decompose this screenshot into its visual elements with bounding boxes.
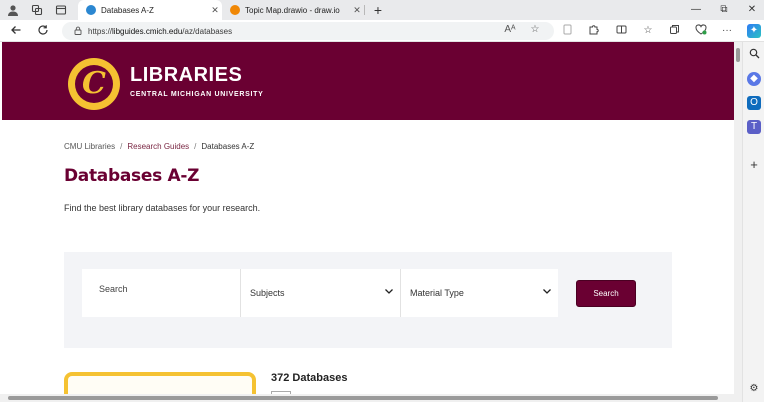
settings-gear-icon[interactable]: ⚙	[747, 382, 761, 396]
favorites-icon[interactable]: ☆	[641, 24, 655, 38]
libraries-title[interactable]: LIBRARIES	[130, 64, 242, 87]
tab-topic-map[interactable]: Topic Map.drawio - draw.io ✕	[222, 0, 364, 20]
collections-icon[interactable]	[667, 24, 681, 38]
tab-actions-icon[interactable]	[54, 3, 68, 17]
search-input[interactable]: Search	[82, 269, 240, 317]
breadcrumb-current: Databases A-Z	[201, 142, 255, 151]
breadcrumb-cmu-libraries[interactable]: CMU Libraries	[64, 142, 115, 151]
vertical-scrollbar[interactable]	[734, 42, 742, 394]
lock-icon[interactable]	[68, 26, 88, 37]
material-type-dropdown[interactable]: Material Type	[400, 269, 558, 317]
refresh-icon[interactable]	[36, 24, 50, 38]
restore-button[interactable]: ⧉	[714, 2, 734, 18]
cloud-favicon-icon	[86, 5, 96, 15]
url-text: https://libguides.cmich.edu/az/databases	[88, 26, 233, 36]
subjects-dropdown[interactable]: Subjects	[240, 269, 400, 317]
tab-databases-az[interactable]: Databases A-Z ✕	[78, 0, 222, 20]
extensions-icon[interactable]	[586, 24, 600, 38]
horizontal-scrollbar[interactable]	[0, 394, 742, 402]
database-count: 372 Databases	[271, 372, 348, 384]
search-controls: Search Subjects Material Type	[82, 269, 558, 317]
web-page: C LIBRARIES CENTRAL MICHIGAN UNIVERSITY …	[0, 42, 734, 402]
libraries-header-banner: C LIBRARIES CENTRAL MICHIGAN UNIVERSITY	[2, 42, 734, 120]
subjects-label: Subjects	[250, 288, 285, 298]
breadcrumb-separator: /	[194, 142, 197, 151]
close-tab-icon[interactable]: ✕	[208, 5, 222, 16]
material-type-label: Material Type	[410, 288, 464, 298]
browser-tab-strip: Databases A-Z ✕ Topic Map.drawio - draw.…	[0, 0, 764, 20]
drawio-favicon-icon	[230, 5, 240, 15]
database-search-panel: Search Subjects Material Type Search	[64, 252, 672, 348]
close-window-button[interactable]: ✕	[742, 2, 762, 18]
address-bar[interactable]: https://libguides.cmich.edu/az/databases	[62, 22, 554, 40]
edge-sidebar: ✦ ◆ O T + ⚙	[742, 24, 764, 402]
copilot-icon[interactable]: ✦	[747, 24, 761, 38]
breadcrumb-separator: /	[120, 142, 123, 151]
workspaces-icon[interactable]	[30, 3, 44, 17]
search-icon[interactable]	[747, 48, 761, 62]
chevron-down-icon	[385, 289, 393, 294]
chevron-down-icon	[543, 289, 551, 294]
page-title: Databases A-Z	[64, 166, 200, 186]
teams-icon[interactable]: T	[747, 120, 761, 134]
breadcrumb-research-guides[interactable]: Research Guides	[127, 142, 189, 151]
minimize-button[interactable]: —	[686, 2, 706, 18]
browser-essentials-icon[interactable]	[694, 24, 708, 38]
tab-title: Databases A-Z	[101, 5, 154, 15]
address-toolbar: https://libguides.cmich.edu/az/databases…	[0, 20, 764, 42]
favorite-star-icon[interactable]: ☆	[528, 23, 542, 37]
back-arrow-icon[interactable]	[9, 24, 23, 38]
page-description: Find the best library databases for your…	[64, 203, 261, 213]
outlook-icon[interactable]: O	[747, 96, 761, 110]
university-subtitle: CENTRAL MICHIGAN UNIVERSITY	[130, 91, 264, 98]
add-sidebar-app-icon[interactable]: +	[747, 158, 761, 172]
close-tab-icon[interactable]: ✕	[350, 5, 364, 16]
logo-letter: C	[75, 65, 113, 103]
profile-icon[interactable]	[6, 3, 20, 17]
more-options-icon[interactable]: ···	[720, 24, 734, 38]
scrollbar-thumb[interactable]	[736, 48, 740, 62]
search-button[interactable]: Search	[576, 280, 636, 307]
breadcrumb: CMU Libraries / Research Guides / Databases …	[64, 142, 254, 151]
cmu-logo-icon[interactable]: C	[68, 58, 120, 110]
split-screen-icon[interactable]	[614, 24, 628, 38]
new-tab-button[interactable]: +	[370, 2, 386, 18]
tab-separator	[364, 5, 365, 15]
read-aloud-icon[interactable]: Aᴬ	[503, 23, 517, 37]
shopping-icon[interactable]: ◆	[747, 72, 761, 86]
tab-title: Topic Map.drawio - draw.io	[245, 5, 340, 15]
reading-view-icon[interactable]	[560, 24, 574, 38]
scrollbar-thumb[interactable]	[8, 396, 718, 400]
